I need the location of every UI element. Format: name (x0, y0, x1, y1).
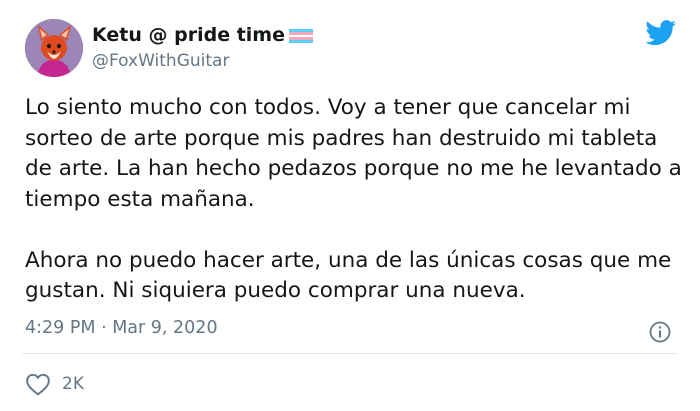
tweet-paragraph: Lo siento mucho con todos. Voy a tener q… (25, 95, 682, 212)
tweet-paragraph: Ahora no puedo hacer arte, una de las ún… (25, 247, 672, 304)
tweet-card: Ketu @ pride time @FoxWithGuitar Lo sien… (0, 0, 700, 411)
like-count: 2K (62, 374, 84, 394)
display-name-row[interactable]: Ketu @ pride time (92, 22, 313, 48)
heart-icon[interactable] (25, 372, 51, 396)
tweet-text: Lo siento mucho con todos. Voy a tener q… (25, 93, 685, 307)
display-name[interactable]: Ketu @ pride time (92, 24, 285, 46)
twitter-bird-icon[interactable] (645, 20, 677, 46)
transgender-flag-icon (288, 29, 313, 43)
fox-avatar-image (25, 19, 83, 77)
tweet-timestamp[interactable]: 4:29 PM · Mar 9, 2020 (25, 318, 218, 338)
avatar[interactable] (25, 19, 83, 77)
user-handle[interactable]: @FoxWithGuitar (92, 51, 229, 71)
info-icon[interactable] (648, 320, 672, 344)
divider (22, 353, 678, 354)
like-button[interactable]: 2K (25, 372, 84, 396)
